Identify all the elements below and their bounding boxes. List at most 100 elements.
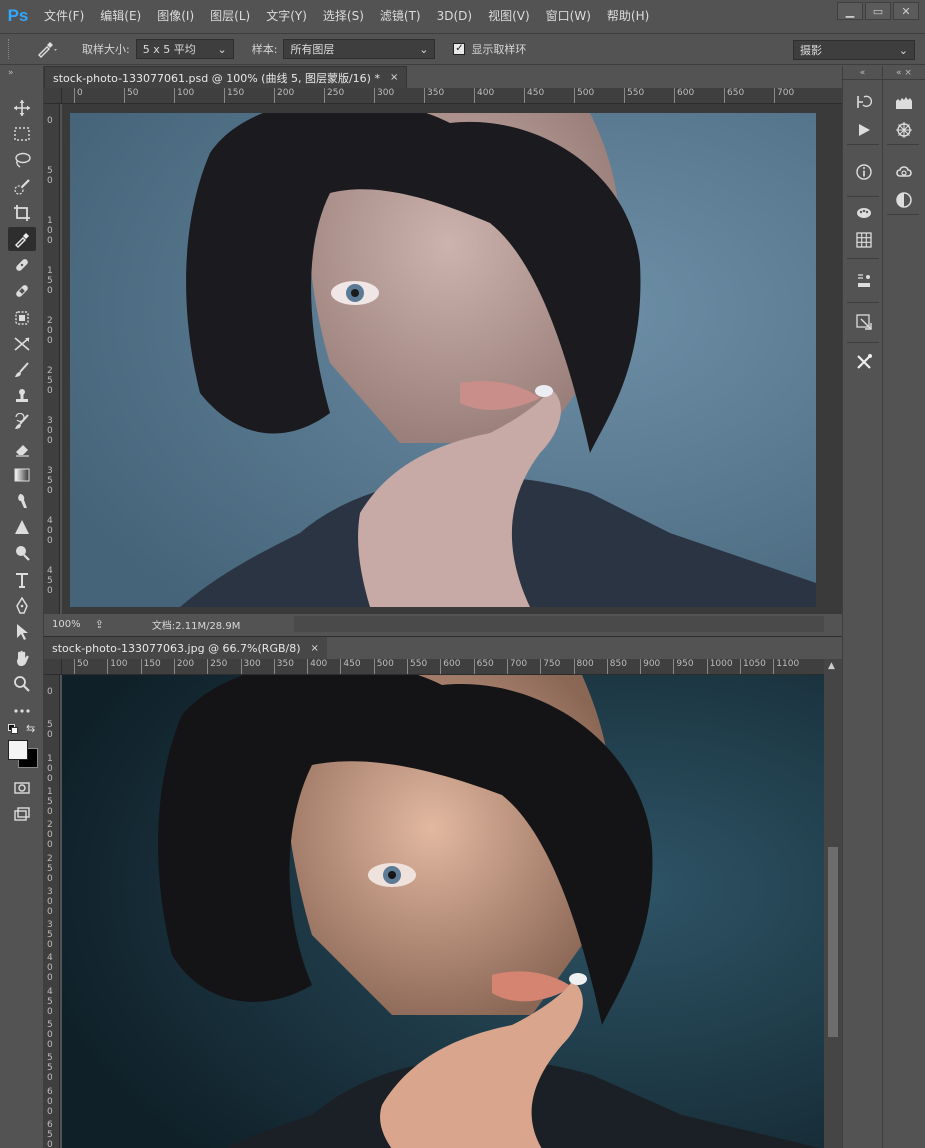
horizontal-ruler[interactable]: 50 100 150 200 250 300 350 400 450 500 550 600 650 70… (62, 659, 824, 675)
app-logo: Ps (7, 6, 29, 25)
spot-heal-button[interactable] (8, 253, 36, 277)
grid-icon (856, 232, 872, 248)
swatches-button[interactable] (851, 200, 877, 224)
actions-play-button[interactable] (851, 118, 877, 142)
clone-source-icon (856, 314, 872, 330)
photo-canvas-2[interactable] (62, 675, 824, 1148)
vertical-ruler[interactable]: 0 50 100 150 200 250 300 350 400 450 (44, 104, 60, 614)
menu-item[interactable]: 图像(I) (149, 0, 202, 32)
vertical-ruler[interactable]: 0501001502002503003504004505005506006507… (44, 675, 60, 1148)
vertical-scrollbar[interactable]: ▲ (824, 659, 842, 1148)
minimize-button[interactable]: ▁ (837, 2, 863, 20)
options-bar-grip[interactable] (8, 39, 16, 59)
workspace-value: 摄影 (800, 44, 822, 57)
show-ring-label: 显示取样环 (471, 43, 527, 56)
eyedropper-button[interactable] (8, 227, 36, 251)
export-icon[interactable]: ⇪ (95, 618, 104, 631)
menu-item[interactable]: 视图(V) (480, 0, 538, 32)
type-icon (16, 572, 28, 588)
type-button[interactable] (8, 568, 36, 592)
eraser-button[interactable] (8, 437, 36, 461)
screen-mode-button[interactable] (8, 802, 36, 826)
menu-item[interactable]: 文件(F) (36, 0, 92, 32)
hand-button[interactable] (8, 646, 36, 670)
move-button[interactable] (8, 96, 36, 120)
chevron-down-icon: ⌄ (419, 42, 429, 56)
menu-items: 文件(F) 编辑(E) 图像(I) 图层(L) 文字(Y) 选择(S) 滤镜(T) 3D(D)… (36, 0, 657, 32)
menu-item[interactable]: 选择(S) (315, 0, 372, 32)
cc-libraries-button[interactable] (891, 160, 917, 184)
horizontal-scrollbar[interactable] (294, 616, 824, 632)
history-button[interactable] (851, 90, 877, 114)
more-tools-button[interactable] (8, 699, 36, 723)
photo-canvas-1[interactable] (70, 113, 816, 607)
sample-select[interactable]: 所有图层 ⌄ (283, 39, 436, 59)
default-colors-icon[interactable] (8, 724, 18, 734)
gradient-button[interactable] (8, 463, 36, 487)
horizontal-ruler[interactable]: 0 50 100 150 200 250 300 350 400 450 500 550 600 650 7… (62, 88, 842, 104)
crop-button[interactable] (8, 201, 36, 225)
tool-preset-picker[interactable] (30, 38, 64, 60)
tool-presets-button[interactable] (851, 350, 877, 374)
grid-button[interactable] (851, 228, 877, 252)
styles-button[interactable] (851, 268, 877, 292)
path-select-button[interactable] (8, 620, 36, 644)
scroll-thumb[interactable] (828, 847, 838, 1037)
menu-item[interactable]: 帮助(H) (599, 0, 657, 32)
pen-button[interactable] (8, 594, 36, 618)
menu-item[interactable]: 窗口(W) (538, 0, 599, 32)
ruler-tick-label: 450 (47, 986, 53, 1017)
document-tab-2[interactable]: stock-photo-133077063.jpg @ 66.7%(RGB/8)… (44, 637, 327, 659)
zoom-button[interactable] (8, 672, 36, 696)
menu-item[interactable]: 文字(Y) (258, 0, 315, 32)
ruler-origin[interactable] (44, 88, 62, 104)
menu-item[interactable]: 图层(L) (202, 0, 258, 32)
clone-source-button[interactable] (851, 310, 877, 334)
menu-item[interactable]: 3D(D) (429, 0, 480, 32)
dock-collapse-1[interactable]: « (843, 66, 882, 80)
dock-collapse-2[interactable]: « × (883, 66, 925, 80)
menu-item[interactable]: 滤镜(T) (372, 0, 429, 32)
adjustments-button[interactable] (891, 188, 917, 212)
content-move-button[interactable] (8, 332, 36, 356)
ruler-tick-label: 300 (240, 659, 261, 674)
ruler-tick-label: 200 (47, 316, 53, 346)
navigator-button[interactable] (891, 118, 917, 142)
zoom-level[interactable]: 100% (52, 619, 81, 630)
dodge-button[interactable] (8, 541, 36, 565)
sample-size-select[interactable]: 5 x 5 平均 ⌄ (135, 39, 234, 59)
ruler-tick-label: 200 (173, 659, 194, 674)
stamp-button[interactable] (8, 384, 36, 408)
marquee-button[interactable] (8, 122, 36, 146)
sample-size-value: 5 x 5 平均 (142, 43, 196, 56)
toolbox-collapse[interactable]: » (0, 66, 43, 80)
sharpen-button[interactable] (8, 515, 36, 539)
quick-select-button[interactable] (8, 175, 36, 199)
patch-icon (15, 310, 29, 325)
workspace-select[interactable]: 摄影 ⌄ (793, 40, 915, 60)
ruler-origin[interactable] (44, 659, 62, 675)
foreground-color-swatch[interactable] (8, 740, 28, 760)
info-button[interactable] (851, 160, 877, 184)
ruler-tick-label: 400 (307, 659, 327, 674)
adjustments-icon (896, 192, 912, 208)
histogram-button[interactable] (891, 90, 917, 114)
smudge-button[interactable] (8, 489, 36, 513)
swap-colors-icon[interactable]: ⇆ (26, 722, 35, 735)
ruler-tick-label: 450 (524, 88, 544, 103)
menu-item[interactable]: 编辑(E) (92, 0, 149, 32)
history-brush-button[interactable] (8, 410, 36, 434)
lasso-button[interactable] (8, 148, 36, 172)
quick-mask-button[interactable] (8, 776, 36, 800)
show-ring-checkbox[interactable]: ✓ (453, 43, 466, 55)
close-button[interactable]: ✕ (893, 2, 919, 20)
bandage-button[interactable] (8, 279, 36, 303)
brush-button[interactable] (8, 358, 36, 382)
document-tab-1[interactable]: stock-photo-133077061.psd @ 100% (曲线 5, … (44, 66, 408, 88)
scroll-up-icon[interactable]: ▲ (828, 661, 835, 671)
close-tab-icon[interactable]: × (311, 643, 319, 654)
restore-button[interactable]: ▭ (865, 2, 891, 20)
patch-button[interactable] (8, 306, 36, 330)
close-tab-icon[interactable]: × (390, 72, 398, 83)
ruler-tick-label: 500 (373, 659, 394, 674)
